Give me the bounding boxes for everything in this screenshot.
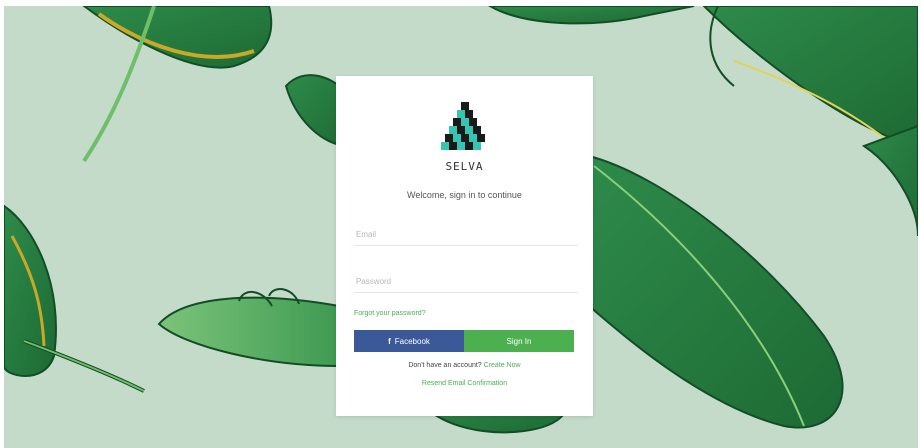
- sign-in-button[interactable]: Sign In: [464, 330, 574, 352]
- forgot-password-link[interactable]: Forgot your password?: [354, 310, 426, 317]
- facebook-icon: f: [388, 336, 391, 346]
- brand-name: SELVA: [445, 160, 484, 173]
- facebook-button-label: Facebook: [394, 336, 430, 346]
- login-card: SELVA Welcome, sign in to continue Forgo…: [336, 76, 593, 416]
- welcome-text: Welcome, sign in to continue: [407, 190, 522, 200]
- leaf-right-large: [588, 154, 844, 429]
- create-account-link[interactable]: Create Now: [484, 362, 521, 369]
- email-field[interactable]: [354, 223, 578, 246]
- leaf-behind-card-bottom: [157, 288, 340, 368]
- resend-confirmation-link[interactable]: Resend Email Confirmation: [336, 380, 593, 387]
- leaf-top-center: [488, 6, 695, 25]
- no-account-text: Don't have an account?: [408, 362, 482, 369]
- leaf-right-edge: [861, 124, 918, 237]
- leaf-top-left: [82, 6, 273, 163]
- background-canvas: SELVA Welcome, sign in to continue Forgo…: [4, 6, 918, 448]
- pyramid-cubes-icon: [441, 102, 485, 150]
- password-field[interactable]: [354, 270, 578, 293]
- sign-in-button-label: Sign In: [506, 336, 532, 346]
- facebook-button[interactable]: f Facebook: [354, 330, 464, 352]
- signup-row: Don't have an account? Create Now: [336, 362, 593, 369]
- leaf-left: [4, 204, 145, 393]
